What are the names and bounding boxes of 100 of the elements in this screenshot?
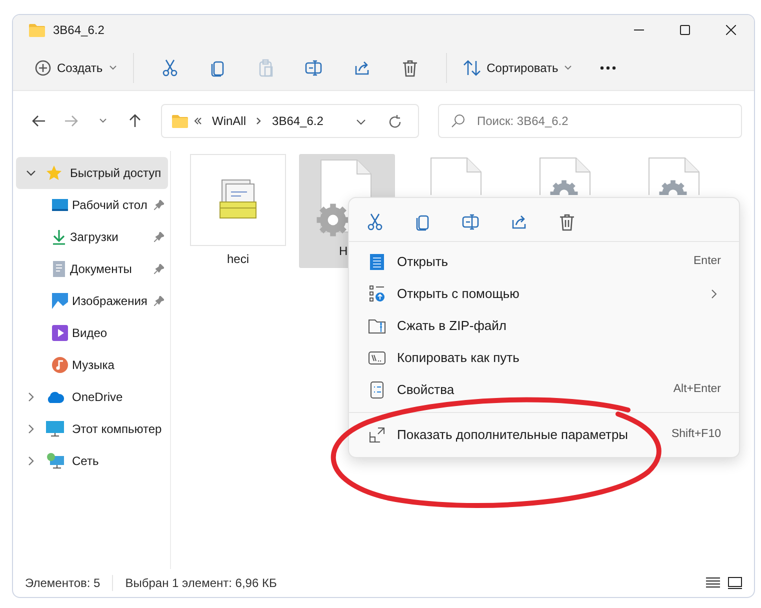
menu-item[interactable]: Копировать как путь [353,342,735,374]
more-icon [600,66,616,70]
file-name: heci [226,251,249,268]
sidebar-item[interactable]: OneDrive [16,381,168,413]
share-icon [511,214,527,230]
picture-icon [52,293,68,309]
menu-label: Открыть [397,253,448,272]
video-icon [52,325,68,341]
settings-file-icon [648,157,700,195]
sidebar-item[interactable]: Сеть [16,445,168,477]
menu-label: Копировать как путь [397,349,520,368]
sort-icon [462,60,481,76]
item-count: Элементов: 5 [25,575,100,592]
file-icon [430,157,482,195]
sidebar-label: Музыка [72,357,114,374]
folder-icon [29,23,45,37]
pin-icon [154,200,164,210]
shortcut-text: Enter [694,254,721,270]
trash-icon [559,212,575,230]
refresh-icon [388,114,402,129]
collapsed-chevron-icon [28,456,34,466]
music-icon [52,357,68,373]
pin-icon [154,296,164,306]
sidebar-item[interactable]: Видео [16,317,168,349]
caret-icon [108,64,117,70]
collapsed-chevron-icon [28,392,34,402]
sidebar-label: Этот компьютер [72,421,162,438]
desktop-icon [52,198,68,212]
forward-arrow-icon [64,115,78,127]
document-icon [52,261,66,277]
folder-icon [172,114,188,128]
sidebar-label: Загрузки [70,229,118,246]
caret-icon [99,118,107,124]
dropdown-caret-icon [356,118,366,125]
list-icon [706,577,720,589]
menu-label: Открыть с помощью [397,285,520,304]
search-icon [451,114,465,128]
star-icon [46,165,62,181]
caret-icon [564,64,572,70]
pin-icon [154,232,164,242]
zip-folder-icon [368,318,386,334]
menu-item[interactable]: Открыть с помощью [353,278,735,310]
shortcut-text: Shift+F10 [671,427,721,442]
path-icon [368,351,386,365]
sidebar-item[interactable]: Быстрый доступ [16,157,168,189]
address-bar[interactable]: WinAll 3B64_6.2 [161,104,419,138]
monitor-icon [46,421,64,437]
cloud-icon [46,391,64,403]
rename-icon [304,60,323,76]
sidebar-label: Видео [72,325,108,342]
breadcrumb[interactable]: WinAll [208,112,250,130]
sidebar-label: Быстрый доступ [70,165,162,182]
search-input[interactable]: Поиск: 3B64_6.2 [475,111,741,131]
menu-item[interactable]: Свойства Alt+Enter [353,374,735,406]
breadcrumb[interactable]: 3B64_6.2 [268,112,328,130]
copy-icon [415,212,431,230]
window-title: 3B64_6.2 [53,22,104,39]
sidebar-item[interactable]: Изображения [16,285,168,317]
rename-icon [462,214,480,230]
sidebar-label: Сеть [72,453,99,470]
sidebar-item[interactable]: Загрузки [16,221,168,253]
maximize-icon [680,25,690,35]
sidebar-label: Документы [70,261,132,278]
menu-label: Показать дополнительные параметры [397,426,628,444]
sidebar-label: Изображения [72,293,148,310]
sidebar-item[interactable]: Документы [16,253,168,285]
close-icon [726,25,736,35]
trash-icon [402,58,418,76]
menu-item[interactable]: Сжать в ZIP-файл [353,310,735,342]
menu-item[interactable]: Показать дополнительные параметры Shift+F10 [353,419,735,451]
properties-icon [370,381,384,399]
chevron-icon [256,117,262,125]
submenu-chevron-icon [711,289,717,299]
download-icon [52,229,66,245]
selection-info: Выбран 1 элемент: 6,96 КБ [125,575,277,592]
back-arrow-icon [32,115,46,127]
sidebar-item[interactable]: Рабочий стол [16,189,168,221]
pin-icon [154,264,164,274]
sidebar-item[interactable]: Музыка [16,349,168,381]
create-button[interactable]: Создать [27,50,125,84]
expand-window-icon [369,427,385,443]
sidebar-label: OneDrive [72,389,123,406]
clipboard-icon [258,58,274,76]
scissors-icon [367,212,383,230]
expand-chevron-icon [26,170,36,176]
plus-circle-icon [35,60,51,76]
up-arrow-icon [129,114,141,128]
shortcut-text: Alt+Enter [673,382,721,398]
scissors-icon [162,58,178,76]
sidebar-item[interactable]: Этот компьютер [16,413,168,445]
file-name: H [338,243,348,260]
settings-file-icon [539,157,591,195]
sort-button[interactable]: Сортировать [454,50,580,84]
share-icon [354,60,370,76]
apps-icon [369,285,385,303]
notepad-icon [369,253,385,271]
network-icon [46,453,64,469]
collapsed-chevron-icon [28,424,34,434]
search-field[interactable]: Поиск: 3B64_6.2 [438,104,742,138]
sidebar-label: Рабочий стол [72,197,148,214]
